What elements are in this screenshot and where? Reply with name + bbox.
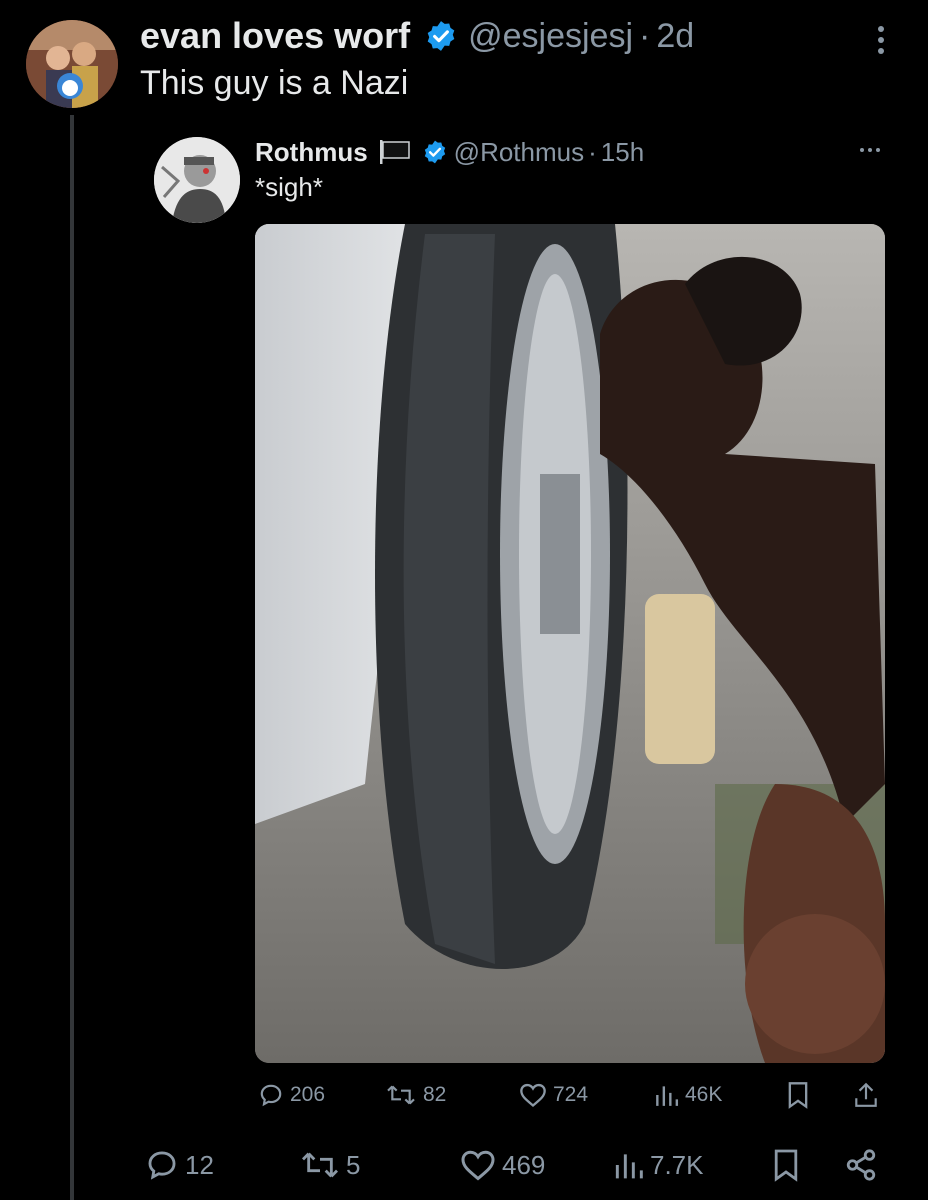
repost-count: 5 <box>346 1149 361 1180</box>
bookmark-icon[interactable] <box>772 1145 800 1185</box>
author-handle[interactable]: @esjesjesj <box>468 17 633 56</box>
quote-repost-count: 82 <box>423 1083 447 1106</box>
quote-reply-count: 206 <box>290 1083 326 1106</box>
like-button[interactable]: 469 <box>460 1145 545 1185</box>
views-icon <box>615 1154 643 1179</box>
quote-text: *sigh* <box>255 172 323 202</box>
like-icon <box>520 1083 546 1108</box>
quote-like-count: 724 <box>553 1083 589 1106</box>
quote-reply-button[interactable]: 206 <box>258 1078 325 1112</box>
author-name[interactable]: evan loves worf <box>140 15 410 57</box>
reply-count: 12 <box>185 1149 214 1180</box>
quote-views-count: 46K <box>685 1083 723 1106</box>
verified-badge-icon <box>422 139 448 165</box>
reply-icon <box>148 1151 176 1180</box>
quote-header: Rothmus @Rothmus · 15h <box>255 133 644 171</box>
repost-icon <box>301 1152 339 1178</box>
separator-dot: · <box>588 136 597 167</box>
share-icon[interactable] <box>844 1145 878 1185</box>
more-icon[interactable] <box>866 20 896 60</box>
views-icon <box>656 1086 679 1106</box>
views-count: 7.7K <box>650 1149 704 1180</box>
quote-like-button[interactable]: 724 <box>519 1078 588 1112</box>
verified-badge-icon <box>424 19 458 53</box>
reply-icon <box>260 1084 282 1107</box>
quote-media-photo[interactable] <box>255 224 885 1063</box>
separator-dot: · <box>639 16 651 55</box>
like-count: 469 <box>502 1149 546 1180</box>
tweet-text: This guy is a Nazi <box>140 64 409 102</box>
views-button[interactable]: 7.7K <box>612 1145 704 1185</box>
quote-time[interactable]: 15h <box>601 137 644 168</box>
quote-more-icon[interactable] <box>855 140 885 160</box>
quote-bookmark-icon[interactable] <box>786 1078 810 1112</box>
thread-line <box>70 115 74 1200</box>
quote-author-handle[interactable]: @Rothmus <box>454 137 584 168</box>
quote-author-avatar[interactable] <box>154 137 240 223</box>
quote-share-icon[interactable] <box>853 1078 879 1112</box>
repost-icon <box>387 1085 415 1105</box>
quote-views-button[interactable]: 46K <box>653 1078 722 1112</box>
quote-repost-button[interactable]: 82 <box>385 1078 446 1112</box>
repost-button[interactable]: 5 <box>300 1145 360 1185</box>
author-avatar[interactable] <box>26 20 118 108</box>
tweet-header: evan loves worf @esjesjesj · 2d <box>140 14 694 58</box>
like-icon <box>461 1150 495 1181</box>
quote-author-name[interactable]: Rothmus <box>255 137 368 168</box>
tweet-time[interactable]: 2d <box>656 17 694 56</box>
flag-icon <box>378 139 412 165</box>
reply-button[interactable]: 12 <box>145 1145 214 1185</box>
